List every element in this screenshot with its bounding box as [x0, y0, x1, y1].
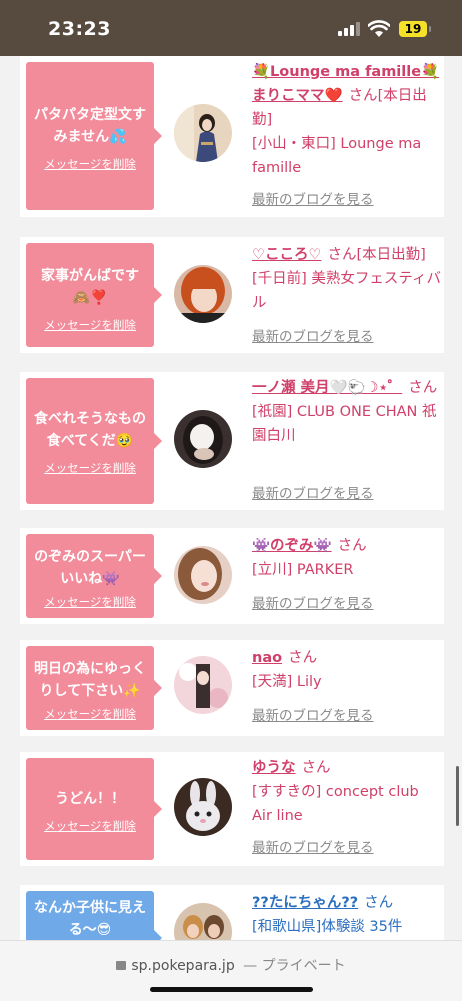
honorific: さん	[337, 538, 367, 554]
message-bubble: うどん！！ メッセージを削除	[26, 758, 162, 860]
latest-blog-link[interactable]: 最新のブログを見る	[252, 592, 374, 612]
browser-address-bar[interactable]: sp.pokepara.jp — プライベート	[0, 940, 462, 1001]
favorites-feed[interactable]: パタパタ定型文すみません💦 メッセージを削除 💐Lounge ma famill…	[0, 56, 462, 940]
private-mode-label: — プライベート	[243, 958, 346, 974]
wifi-icon	[368, 20, 390, 37]
delete-message-link[interactable]: メッセージを削除	[44, 706, 136, 722]
message-bubble: 家事がんばです🙈❣️ メッセージを削除	[26, 243, 162, 347]
delete-message-link[interactable]: メッセージを削除	[44, 317, 136, 333]
message-text: のぞみのスーパーいいね👾	[34, 549, 146, 587]
cast-info: ??たにちゃん?? さん [和歌山県]体験談 35件	[252, 891, 442, 939]
honorific: さん	[408, 380, 438, 396]
message-text: 家事がんばです🙈❣️	[41, 268, 139, 306]
honorific: さん	[288, 650, 318, 666]
cast-name-link[interactable]: 👾のぞみ👾	[252, 538, 332, 554]
cast-name-link[interactable]: nao	[252, 650, 282, 666]
shop-location[interactable]: [和歌山県]体験談 35件	[252, 919, 402, 935]
cast-info: 一ノ瀬 美月🤍🐑☽⋆゜ さん [祇園] CLUB ONE CHAN 祇園白川	[252, 376, 442, 448]
delete-message-link[interactable]: メッセージを削除	[44, 460, 136, 476]
url-display[interactable]: sp.pokepara.jp — プライベート	[0, 955, 462, 975]
scrollbar[interactable]	[456, 766, 459, 826]
honorific: さん	[364, 895, 394, 911]
status-time: 23:23	[48, 18, 111, 40]
message-text: パタパタ定型文すみません💦	[34, 107, 146, 145]
list-item: なんか子供に見える〜😎 ??たにちゃん?? さん [和歌山県]体験談 35件	[20, 885, 444, 940]
message-text: 明日の為にゆっくりして下さい✨	[34, 661, 146, 699]
avatar[interactable]	[174, 903, 232, 940]
list-item: うどん！！ メッセージを削除 ゆうな さん [すすきの] concept club…	[20, 752, 444, 866]
message-bubble: のぞみのスーパーいいね👾 メッセージを削除	[26, 534, 162, 618]
latest-blog-link[interactable]: 最新のブログを見る	[252, 325, 374, 345]
latest-blog-link[interactable]: 最新のブログを見る	[252, 704, 374, 724]
status-bar: 23:23 19	[0, 0, 462, 56]
delete-message-link[interactable]: メッセージを削除	[44, 594, 136, 610]
cast-info: ゆうな さん [すすきの] concept club Air line	[252, 756, 442, 828]
avatar[interactable]	[174, 410, 232, 468]
message-text: 食べれそうなもの食べてくだ🥹	[34, 411, 146, 449]
latest-blog-link[interactable]: 最新のブログを見る	[252, 482, 374, 502]
message-bubble: 明日の為にゆっくりして下さい✨ メッセージを削除	[26, 646, 162, 730]
cast-info: 💐Lounge ma famille💐まりこママ❤️ さん[本日出勤] [小山・東…	[252, 60, 442, 180]
message-bubble: 食べれそうなもの食べてくだ🥹 メッセージを削除	[26, 378, 162, 504]
message-text: なんか子供に見える〜😎	[34, 900, 146, 938]
cast-info: nao さん [天満] Lily	[252, 646, 442, 694]
battery-icon: 19	[399, 21, 431, 37]
delete-message-link[interactable]: メッセージを削除	[44, 156, 136, 172]
avatar[interactable]	[174, 656, 232, 714]
cast-name-link[interactable]: ??たにちゃん??	[252, 895, 358, 911]
cast-name-link[interactable]: ゆうな	[252, 760, 296, 776]
work-status: [本日出勤]	[356, 247, 426, 263]
shop-location[interactable]: [祇園] CLUB ONE CHAN 祇園白川	[252, 404, 437, 444]
avatar[interactable]	[174, 546, 232, 604]
cast-info: ♡こころ♡ さん[本日出勤] [千日前] 美熟女フェスティバル	[252, 243, 442, 315]
honorific: さん	[348, 88, 378, 104]
message-bubble: なんか子供に見える〜😎	[26, 891, 162, 940]
home-indicator[interactable]	[150, 987, 313, 992]
list-item: 家事がんばです🙈❣️ メッセージを削除 ♡こころ♡ さん[本日出勤] [千日前] …	[20, 237, 444, 353]
url-text: sp.pokepara.jp	[131, 958, 235, 974]
avatar[interactable]	[174, 265, 232, 323]
list-item: 明日の為にゆっくりして下さい✨ メッセージを削除 nao さん [天満] Lily…	[20, 640, 444, 736]
shop-location[interactable]: [小山・東口] Lounge ma famille	[252, 136, 421, 176]
list-item: のぞみのスーパーいいね👾 メッセージを削除 👾のぞみ👾 さん [立川] PARKE…	[20, 528, 444, 624]
avatar[interactable]	[174, 104, 232, 162]
shop-location[interactable]: [千日前] 美熟女フェスティバル	[252, 271, 441, 311]
honorific: さん	[327, 247, 357, 263]
latest-blog-link[interactable]: 最新のブログを見る	[252, 188, 374, 208]
message-bubble: パタパタ定型文すみません💦 メッセージを削除	[26, 62, 162, 210]
honorific: さん	[301, 760, 331, 776]
lock-icon	[116, 961, 127, 970]
list-item: 食べれそうなもの食べてくだ🥹 メッセージを削除 一ノ瀬 美月🤍🐑☽⋆゜ さん [祇…	[20, 372, 444, 510]
avatar[interactable]	[174, 778, 232, 836]
cast-info: 👾のぞみ👾 さん [立川] PARKER	[252, 534, 442, 582]
latest-blog-link[interactable]: 最新のブログを見る	[252, 836, 374, 856]
shop-location[interactable]: [天満] Lily	[252, 674, 322, 690]
list-item: パタパタ定型文すみません💦 メッセージを削除 💐Lounge ma famill…	[20, 56, 444, 217]
shop-location[interactable]: [立川] PARKER	[252, 562, 353, 578]
shop-location[interactable]: [すすきの] concept club Air line	[252, 784, 419, 824]
signal-icon	[338, 22, 360, 36]
cast-name-link[interactable]: ♡こころ♡	[252, 247, 322, 263]
cast-name-link[interactable]: 一ノ瀬 美月🤍🐑☽⋆゜	[252, 380, 402, 396]
message-text: うどん！！	[55, 791, 125, 807]
delete-message-link[interactable]: メッセージを削除	[44, 818, 136, 834]
